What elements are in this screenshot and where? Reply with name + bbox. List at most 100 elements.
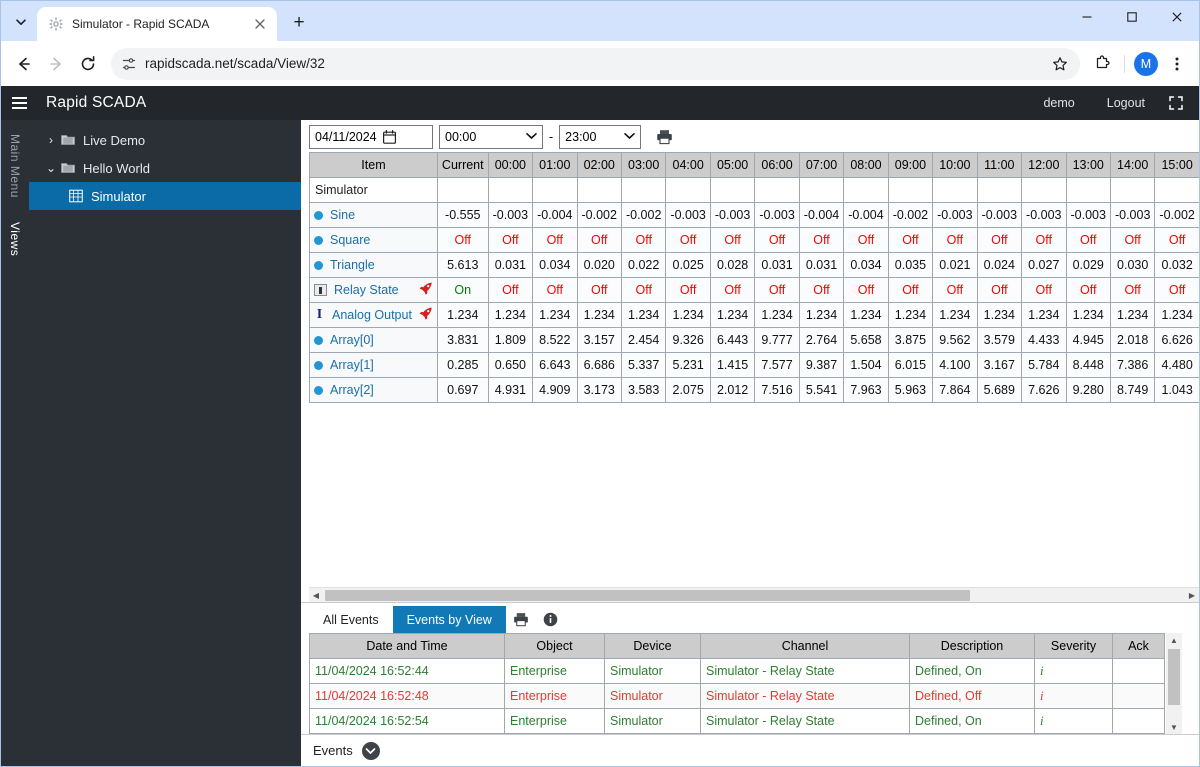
- kebab-menu-icon[interactable]: [1163, 49, 1191, 79]
- chevron-right-icon[interactable]: ›: [41, 133, 61, 147]
- tab-search-icon[interactable]: [7, 8, 35, 36]
- value-cell: [754, 177, 800, 203]
- scrollbar-thumb[interactable]: [1168, 649, 1180, 705]
- item-label: Relay State: [334, 283, 399, 297]
- nav-item-live-demo[interactable]: › Live Demo: [29, 126, 301, 154]
- avatar[interactable]: M: [1134, 51, 1158, 76]
- table-row: I Analog Output 1.234 1.234 1.234 1.234 1.234 1…: [309, 302, 1199, 328]
- event-ack[interactable]: [1112, 658, 1165, 684]
- chevron-down-icon[interactable]: ⌄: [41, 161, 61, 175]
- close-button[interactable]: [1154, 1, 1199, 33]
- events-row[interactable]: 11/04/2024 16:52:54 Enterprise Simulator Si…: [309, 708, 1165, 734]
- scrollbar-thumb[interactable]: [325, 589, 970, 601]
- value-cell: 3.157: [576, 327, 622, 353]
- column-header: 08:00: [843, 152, 889, 178]
- event-description: Defined, On: [909, 708, 1035, 734]
- event-severity[interactable]: i: [1034, 658, 1113, 684]
- item-cell[interactable]: Sine: [309, 202, 438, 228]
- event-ack[interactable]: [1112, 708, 1165, 734]
- address-bar[interactable]: rapidscada.net/scada/View/32: [111, 47, 1080, 80]
- value-cell: -0.003: [665, 202, 711, 228]
- app-title: Rapid SCADA: [46, 94, 147, 111]
- page-settings-icon[interactable]: [121, 56, 137, 72]
- item-cell[interactable]: Array[0]: [309, 327, 438, 353]
- time-from-select[interactable]: 00:00: [439, 125, 543, 149]
- item-cell[interactable]: Simulator: [309, 177, 438, 203]
- back-icon[interactable]: [9, 49, 39, 79]
- item-label: Array[2]: [330, 383, 374, 397]
- horizontal-scrollbar[interactable]: ◀ ▶: [309, 587, 1199, 602]
- item-cell[interactable]: I Analog Output: [309, 302, 438, 328]
- dot-icon: [314, 360, 323, 370]
- forward-icon[interactable]: [41, 49, 71, 79]
- value-cell: 3.579: [976, 327, 1023, 353]
- event-ack[interactable]: [1112, 683, 1165, 709]
- value-cell: 5.613: [436, 252, 489, 278]
- hamburger-menu-icon[interactable]: [1, 86, 37, 120]
- item-cell[interactable]: Triangle: [309, 252, 438, 278]
- printer-icon[interactable]: [651, 124, 677, 150]
- event-severity[interactable]: i: [1034, 708, 1113, 734]
- item-cell[interactable]: Array[2]: [309, 377, 438, 403]
- events-vertical-scrollbar[interactable]: ▲ ▼: [1166, 633, 1182, 734]
- events-row[interactable]: 11/04/2024 16:52:48 Enterprise Simulator Si…: [309, 683, 1165, 709]
- fullscreen-icon[interactable]: [1161, 86, 1191, 120]
- value-cell: [487, 177, 534, 203]
- events-row[interactable]: 11/04/2024 16:52:44 Enterprise Simulator Si…: [309, 658, 1165, 684]
- item-cell[interactable]: Relay State: [309, 277, 438, 303]
- nav-item-simulator[interactable]: Simulator: [29, 182, 301, 210]
- star-icon[interactable]: [1046, 50, 1074, 78]
- events-table-wrap: Date and Time Object Device Channel Descript…: [301, 633, 1199, 734]
- value-cell: 0.022: [620, 252, 667, 278]
- item-cell[interactable]: Square: [309, 227, 438, 253]
- folder-icon: [61, 162, 83, 174]
- time-to-select[interactable]: 23:00: [559, 125, 642, 149]
- command-rocket-icon[interactable]: [419, 307, 433, 323]
- value-cell: Off: [709, 227, 756, 253]
- close-icon[interactable]: [251, 15, 269, 33]
- maximize-button[interactable]: [1109, 1, 1154, 33]
- value-cell: [843, 177, 889, 203]
- calendar-icon[interactable]: [382, 130, 428, 144]
- user-name-link[interactable]: demo: [1027, 86, 1090, 120]
- column-header: 14:00: [1109, 152, 1156, 178]
- info-icon[interactable]: [536, 606, 566, 633]
- new-tab-button[interactable]: +: [285, 9, 313, 37]
- tab-events-by-view[interactable]: Events by View: [392, 606, 506, 633]
- chevron-down-circle-icon[interactable]: [361, 741, 380, 760]
- event-object: Enterprise: [504, 683, 605, 709]
- value-cell: Off: [1109, 277, 1156, 303]
- vtab-views[interactable]: Views: [8, 218, 22, 260]
- value-cell: 1.234: [1065, 302, 1111, 328]
- value-cell: -0.002: [1154, 202, 1199, 228]
- logout-link[interactable]: Logout: [1091, 86, 1161, 120]
- item-cell[interactable]: Array[1]: [309, 352, 438, 378]
- value-cell: 1.234: [754, 302, 800, 328]
- value-cell: 1.234: [665, 302, 711, 328]
- extensions-icon[interactable]: [1088, 49, 1118, 79]
- printer-icon[interactable]: [506, 606, 536, 633]
- tab-all-events[interactable]: All Events: [309, 606, 393, 633]
- value-cell: [576, 177, 622, 203]
- reload-icon[interactable]: [73, 49, 103, 79]
- scroll-up-arrow-icon[interactable]: ▲: [1170, 633, 1178, 647]
- scroll-right-arrow-icon[interactable]: ▶: [1185, 591, 1199, 600]
- command-rocket-icon[interactable]: [419, 282, 433, 298]
- scrollbar-track[interactable]: [323, 588, 1185, 602]
- column-header: Current: [436, 152, 489, 178]
- vtab-main-menu[interactable]: Main Menu: [8, 130, 22, 202]
- nav-item-hello-world[interactable]: ⌄ Hello World: [29, 154, 301, 182]
- minimize-button[interactable]: [1064, 1, 1109, 33]
- switch-icon: [314, 284, 327, 296]
- scroll-down-arrow-icon[interactable]: ▼: [1170, 720, 1178, 734]
- event-severity[interactable]: i: [1034, 683, 1113, 709]
- scrollbar-track[interactable]: [1166, 647, 1182, 720]
- value-cell: 1.415: [709, 352, 756, 378]
- browser-tab[interactable]: Simulator - Rapid SCADA: [37, 7, 277, 41]
- value-cell: 1.234: [620, 302, 667, 328]
- scroll-left-arrow-icon[interactable]: ◀: [309, 591, 323, 600]
- date-input[interactable]: 04/11/2024: [309, 125, 433, 149]
- value-cell: Off: [887, 227, 934, 253]
- events-column-header: Ack: [1112, 633, 1165, 659]
- view-content: 04/11/2024 00:00 - 23:00 Item Current 00…: [301, 120, 1199, 766]
